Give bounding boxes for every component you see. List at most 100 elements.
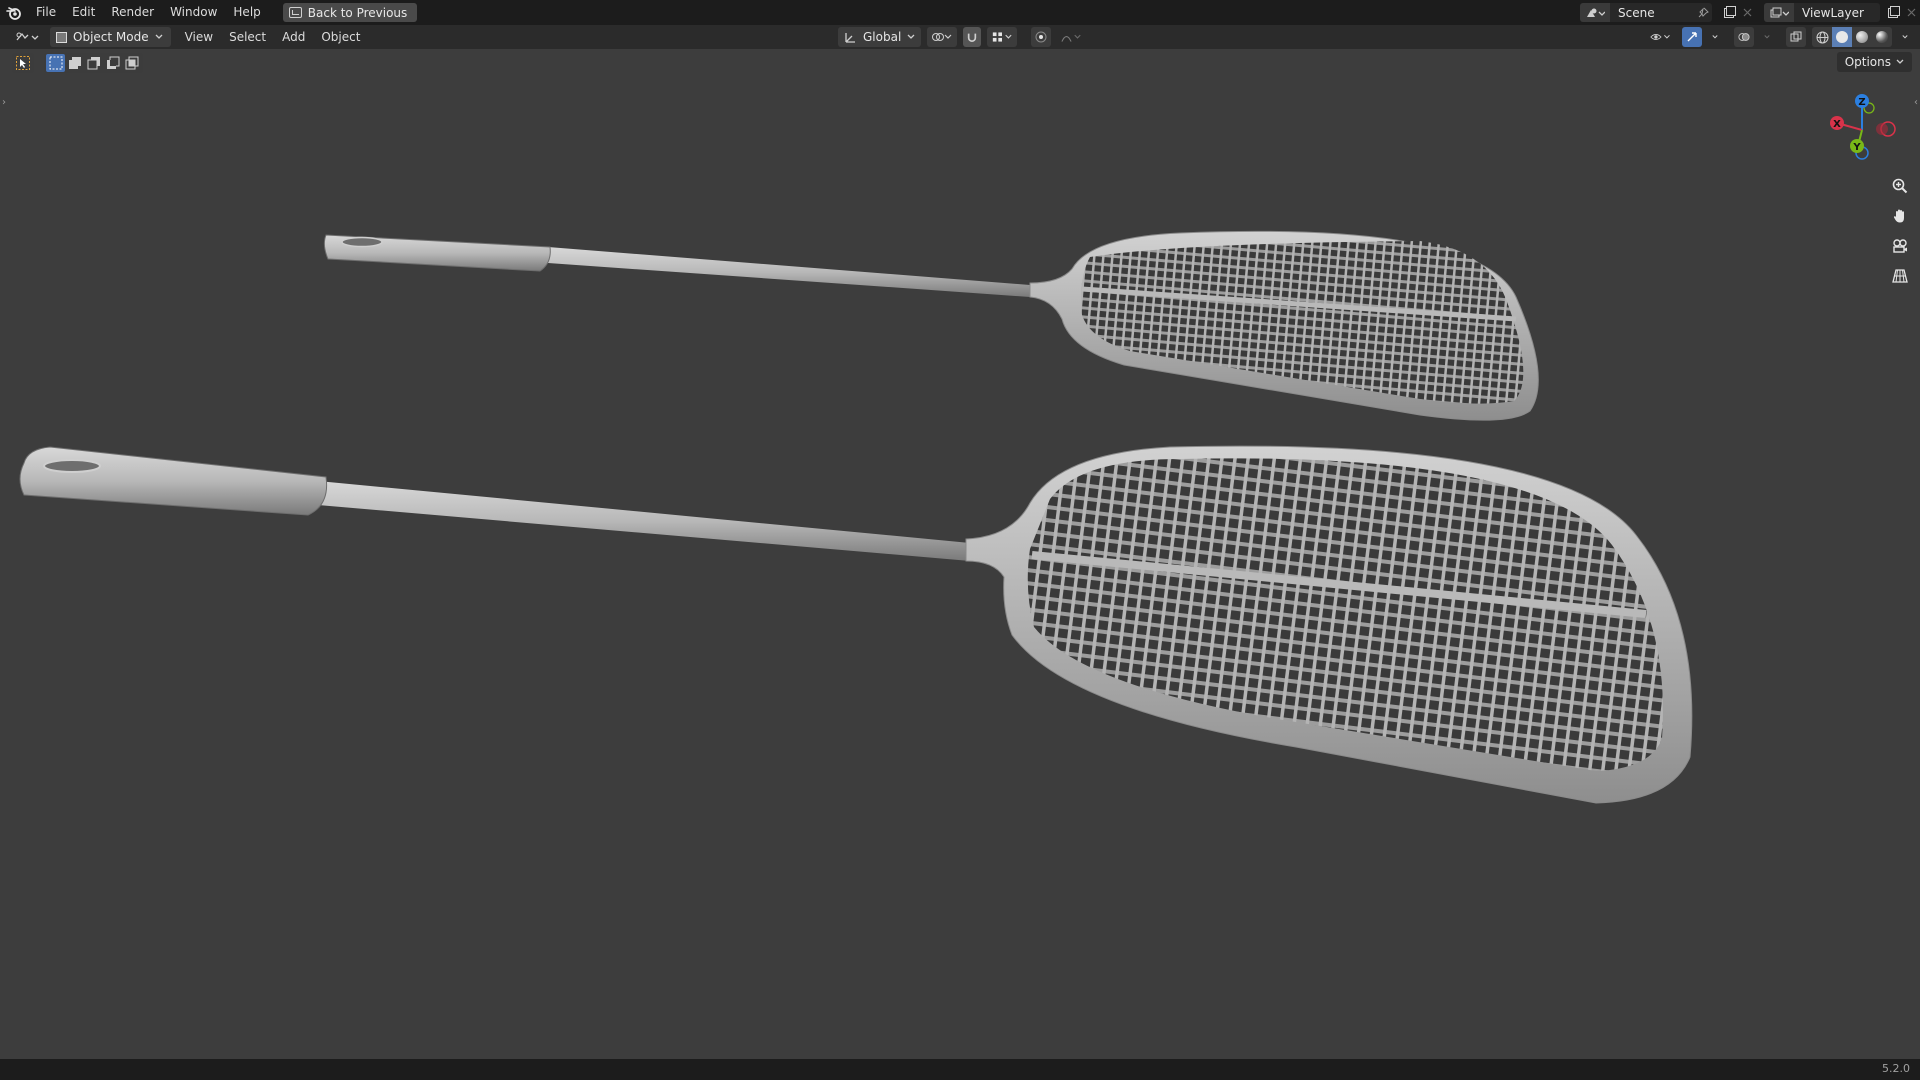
object-mode-label: Object Mode xyxy=(73,30,149,44)
select-invert-button[interactable] xyxy=(103,54,122,72)
delete-scene-icon[interactable] xyxy=(1738,3,1756,22)
scene-browse-icon[interactable] xyxy=(1580,3,1610,22)
viewlayer-browse-icon[interactable] xyxy=(1764,3,1794,22)
gizmo-toggle[interactable] xyxy=(1682,27,1702,47)
menu-object[interactable]: Object xyxy=(313,25,368,49)
grid-perspective-icon[interactable] xyxy=(1888,264,1912,288)
eye-selectability-icon xyxy=(1650,34,1670,40)
chevron-down-icon xyxy=(1764,35,1770,39)
scene-selector[interactable]: Scene xyxy=(1580,3,1712,22)
proportional-falloff-dropdown[interactable] xyxy=(1057,27,1087,47)
menu-select[interactable]: Select xyxy=(221,25,274,49)
xray-toggle[interactable] xyxy=(1786,27,1806,47)
visibility-dropdown[interactable] xyxy=(1646,27,1676,47)
material-sphere-icon xyxy=(1856,31,1868,43)
navigation-gizmo[interactable]: Z X Y xyxy=(1810,85,1920,175)
new-viewlayer-icon[interactable] xyxy=(1884,3,1902,22)
wireframe-sphere-icon xyxy=(1816,31,1828,43)
viewport-display-controls xyxy=(1646,27,1912,47)
object-mode-icon xyxy=(56,31,67,43)
chevron-down-icon xyxy=(155,34,163,39)
proportional-edit-icon xyxy=(1035,31,1047,43)
snap-grid-icon xyxy=(993,32,1012,42)
select-extend-button[interactable] xyxy=(65,54,84,72)
gizmo-dropdown[interactable] xyxy=(1708,27,1722,47)
menu-edit[interactable]: Edit xyxy=(64,0,103,25)
viewport-menus: View Select Add Object xyxy=(177,25,369,49)
solid-shading-button[interactable] xyxy=(1832,27,1852,47)
selection-mode-group xyxy=(44,53,143,73)
falloff-curve-icon xyxy=(1061,34,1081,42)
wireframe-shading-button[interactable] xyxy=(1812,27,1832,47)
blender-logo-icon[interactable] xyxy=(0,0,28,25)
select-subtract-icon xyxy=(87,57,100,70)
options-label: Options xyxy=(1844,55,1891,69)
select-tool-button[interactable] xyxy=(12,53,34,73)
transform-controls: Global xyxy=(838,27,1087,47)
solid-sphere-icon xyxy=(1836,31,1848,43)
neg-x-fill xyxy=(1876,123,1888,135)
blender-window: File Edit Render Window Help Back to Pre… xyxy=(0,0,1920,1080)
overlays-dropdown[interactable] xyxy=(1760,27,1774,47)
magnet-icon xyxy=(968,33,977,42)
menu-render[interactable]: Render xyxy=(103,0,162,25)
fly-swatter-front[interactable] xyxy=(19,445,1693,804)
shading-dropdown[interactable] xyxy=(1898,27,1912,47)
select-intersect-icon xyxy=(125,56,138,70)
toolbar-expand-icon[interactable]: › xyxy=(2,97,6,108)
chevron-down-icon xyxy=(1896,59,1904,64)
back-to-previous-label: Back to Previous xyxy=(307,5,408,20)
material-shading-button[interactable] xyxy=(1852,27,1872,47)
select-new-icon xyxy=(49,56,62,70)
gizmo-icon xyxy=(1687,32,1697,42)
xray-icon xyxy=(1790,31,1802,42)
back-screen-icon xyxy=(288,7,302,18)
proportional-edit-toggle[interactable] xyxy=(1031,27,1052,47)
menu-window[interactable]: Window xyxy=(162,0,225,25)
zoom-icon[interactable] xyxy=(1888,174,1912,198)
select-new-button[interactable] xyxy=(46,54,65,72)
camera-icon[interactable] xyxy=(1888,234,1912,258)
editor-type-icon[interactable] xyxy=(8,27,46,47)
viewlayer-name-field[interactable]: ViewLayer xyxy=(1794,6,1880,20)
snap-toggle[interactable] xyxy=(963,27,982,47)
delete-viewlayer-icon[interactable] xyxy=(1902,3,1920,22)
overlays-icon xyxy=(1738,33,1750,41)
pivot-point-dropdown[interactable] xyxy=(927,27,958,47)
chevron-down-icon xyxy=(1902,35,1908,39)
pivot-link-icon xyxy=(932,33,952,41)
3d-viewport[interactable]: › ‹ xyxy=(0,49,1920,1059)
orientation-axes-icon xyxy=(845,32,855,43)
fly-swatter-back[interactable] xyxy=(323,230,1539,421)
pin-icon[interactable] xyxy=(1694,3,1712,22)
select-subtract-button[interactable] xyxy=(84,54,103,72)
tool-settings-row: Options xyxy=(0,49,1920,77)
menu-help[interactable]: Help xyxy=(225,0,268,25)
new-scene-icon[interactable] xyxy=(1720,3,1738,22)
object-mode-dropdown[interactable]: Object Mode xyxy=(50,27,171,47)
rendered-sphere-icon xyxy=(1876,31,1888,43)
top-right-controls: Scene ViewLayer xyxy=(1580,0,1920,25)
select-extend-icon xyxy=(68,57,81,69)
select-intersect-button[interactable] xyxy=(122,54,141,72)
scene-name-field[interactable]: Scene xyxy=(1610,6,1694,20)
back-to-previous-button[interactable]: Back to Previous xyxy=(282,3,418,22)
top-bar: File Edit Render Window Help Back to Pre… xyxy=(0,0,1920,25)
menu-file[interactable]: File xyxy=(28,0,64,25)
x-axis-label: X xyxy=(1833,119,1841,130)
chevron-down-icon xyxy=(1712,35,1718,39)
transform-orientation-dropdown[interactable]: Global xyxy=(838,27,922,47)
pan-hand-icon[interactable] xyxy=(1888,204,1912,228)
snap-target-dropdown[interactable] xyxy=(987,27,1018,47)
overlays-toggle[interactable] xyxy=(1734,27,1754,47)
menu-add[interactable]: Add xyxy=(274,25,313,49)
menu-view[interactable]: View xyxy=(177,25,221,49)
cursor-arrow-icon xyxy=(16,56,30,70)
tool-selection-group xyxy=(12,53,143,73)
viewlayer-selector[interactable]: ViewLayer xyxy=(1764,3,1880,22)
main-menu: File Edit Render Window Help xyxy=(28,0,269,25)
chevron-down-icon xyxy=(907,34,915,39)
rendered-shading-button[interactable] xyxy=(1872,27,1892,47)
y-axis-label: Y xyxy=(1852,142,1861,153)
options-dropdown[interactable]: Options xyxy=(1836,52,1912,72)
